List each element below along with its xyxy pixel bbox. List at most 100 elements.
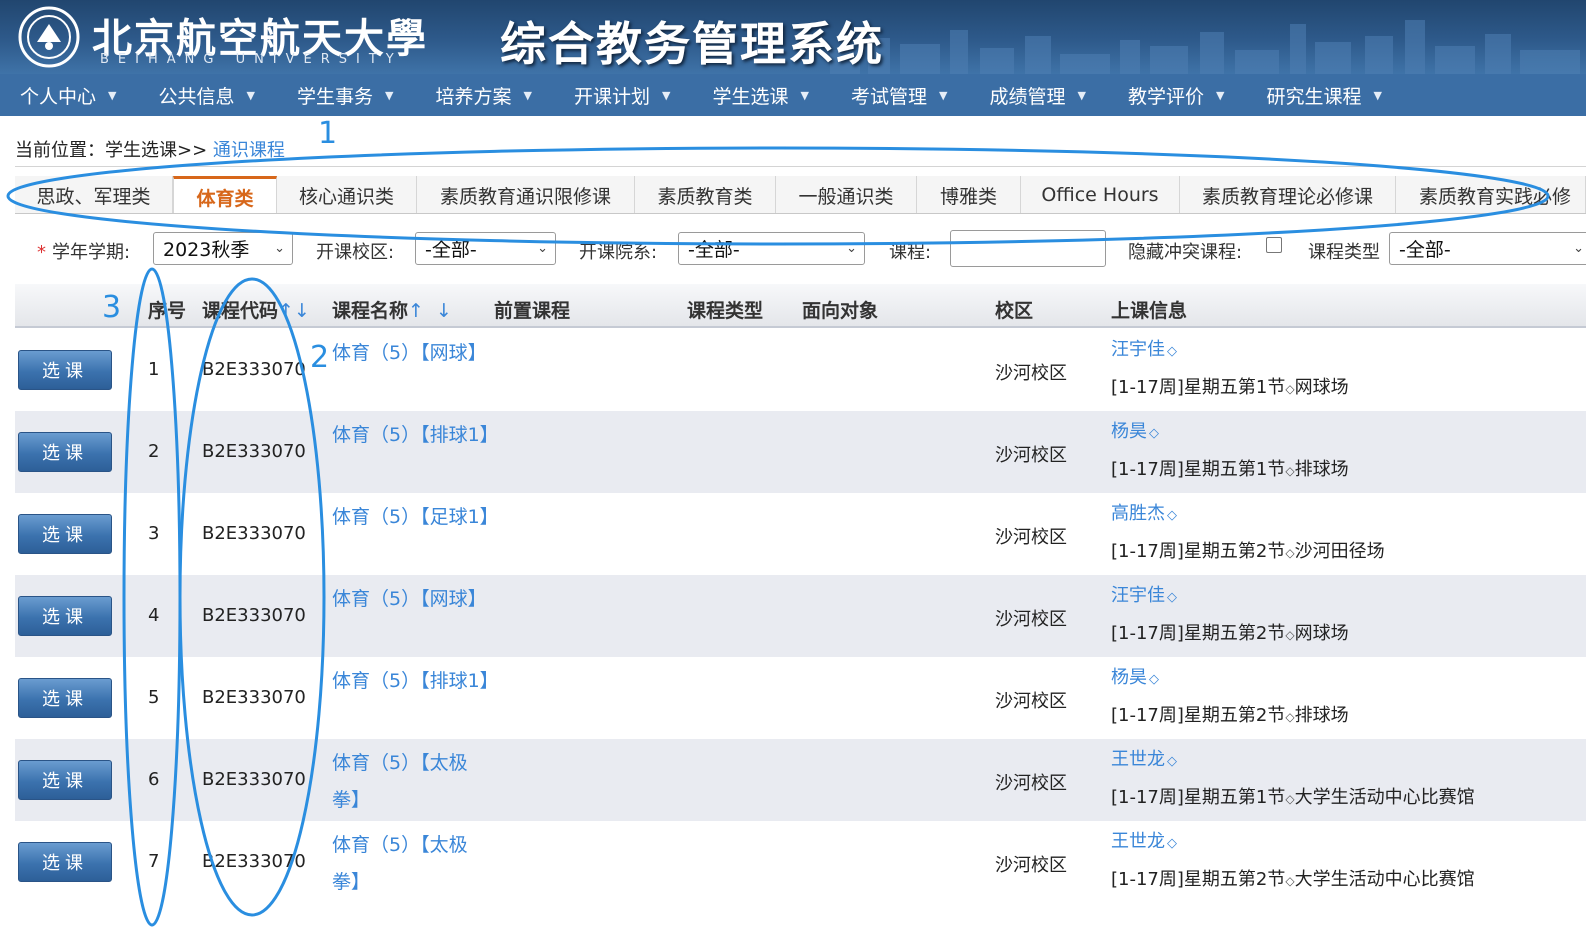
schedule-time: [1-17周]星期五第2节 xyxy=(1111,623,1286,644)
row-campus: 沙河校区 xyxy=(995,445,1067,466)
term-label: * 学年学期: xyxy=(37,238,130,264)
nav-graduate-courses[interactable]: 研究生课程 ▼ xyxy=(1247,74,1386,116)
select-course-button[interactable]: 选课 xyxy=(18,514,112,554)
nav-grade-management[interactable]: 成绩管理 ▼ xyxy=(970,74,1109,116)
teacher-name: 王世龙 xyxy=(1111,749,1165,770)
nav-training-plan[interactable]: 培养方案 ▼ xyxy=(416,74,555,116)
teacher-name: 高胜杰 xyxy=(1111,503,1165,524)
row-schedule: [1-17周]星期五第1节◇排球场 xyxy=(1111,455,1349,481)
row-teacher-link[interactable]: 汪宇佳 ◇ xyxy=(1111,581,1177,607)
diamond-icon: ◇ xyxy=(1285,710,1295,724)
tab-physical-education[interactable]: 体育类 xyxy=(173,176,277,213)
header-target: 面向对象 xyxy=(802,300,879,322)
term-select[interactable]: 2023秋季 ⌄ xyxy=(153,232,293,265)
schedule-time: [1-17周]星期五第2节 xyxy=(1111,869,1286,890)
schedule-venue: 排球场 xyxy=(1294,705,1349,726)
row-course-name-link[interactable]: 体育（5）【网球】 xyxy=(332,581,494,618)
nav-course-plan[interactable]: 开课计划 ▼ xyxy=(554,74,693,116)
select-course-button[interactable]: 选课 xyxy=(18,760,112,800)
nav-personal-center[interactable]: 个人中心 ▼ xyxy=(0,74,139,116)
tab-politics-military[interactable]: 思政、军理类 xyxy=(15,176,173,213)
row-campus: 沙河校区 xyxy=(995,527,1067,548)
row-schedule: [1-17周]星期五第1节◇大学生活动中心比赛馆 xyxy=(1111,783,1475,809)
annotation-label-2: 2 xyxy=(310,340,330,375)
campus-label: 开课校区: xyxy=(316,242,395,263)
campus-select[interactable]: -全部- ⌄ xyxy=(415,232,556,265)
tab-quality-practice-required[interactable]: 素质教育实践必修 xyxy=(1396,176,1586,213)
select-course-button[interactable]: 选课 xyxy=(18,350,112,390)
nav-label: 考试管理 xyxy=(851,85,928,108)
header-schedule: 上课信息 xyxy=(1111,300,1188,322)
tab-office-hours[interactable]: Office Hours xyxy=(1021,176,1180,213)
main-nav: 个人中心 ▼ 公共信息 ▼ 学生事务 ▼ 培养方案 ▼ 开课计划 ▼ 学生选课 ▼ 考试管理… xyxy=(0,74,1586,116)
nav-student-affairs[interactable]: 学生事务 ▼ xyxy=(277,74,416,116)
tab-liberal-arts[interactable]: 博雅类 xyxy=(917,176,1021,213)
row-course-code: B2E333070 xyxy=(202,769,306,790)
header-course-code: 课程代码↑↓ xyxy=(202,296,310,323)
select-course-button[interactable]: 选课 xyxy=(18,842,112,882)
select-course-button[interactable]: 选课 xyxy=(18,596,112,636)
schedule-venue: 大学生活动中心比赛馆 xyxy=(1294,869,1475,890)
course-search-input[interactable] xyxy=(950,230,1106,267)
department-select[interactable]: -全部- ⌄ xyxy=(678,232,865,265)
sort-up-icon[interactable]: ↑ xyxy=(278,300,294,322)
row-schedule: [1-17周]星期五第1节◇网球场 xyxy=(1111,373,1349,399)
row-course-code: B2E333070 xyxy=(202,687,306,708)
site-header: 北京航空航天大學 BEIHANG UNIVERSITY 综合教务管理系统 xyxy=(0,0,1586,74)
nav-public-info[interactable]: 公共信息 ▼ xyxy=(139,74,278,116)
breadcrumb-prefix: 当前位置：学生选课>> xyxy=(15,140,208,161)
breadcrumb: 当前位置：学生选课>> 通识课程 xyxy=(15,136,285,162)
chevron-down-icon: ⌄ xyxy=(537,241,548,256)
sort-up-icon[interactable]: ↑ xyxy=(408,300,424,322)
diamond-icon: ◇ xyxy=(1167,344,1177,359)
row-course-name-link[interactable]: 体育（5）【太极拳】 xyxy=(332,745,494,819)
row-course-name-link[interactable]: 体育（5）【太极拳】 xyxy=(332,827,494,901)
breadcrumb-current-link[interactable]: 通识课程 xyxy=(213,140,285,161)
diamond-icon: ◇ xyxy=(1149,426,1159,441)
select-course-button[interactable]: 选课 xyxy=(18,678,112,718)
tab-quality-education[interactable]: 素质教育类 xyxy=(635,176,776,213)
tab-quality-limited-elective[interactable]: 素质教育通识限修课 xyxy=(417,176,635,213)
divider xyxy=(15,166,1586,167)
university-english-name: BEIHANG UNIVERSITY xyxy=(100,52,403,67)
tab-core-general[interactable]: 核心通识类 xyxy=(277,176,417,213)
nav-teaching-evaluation[interactable]: 教学评价 ▼ xyxy=(1108,74,1247,116)
chevron-down-icon: ▼ xyxy=(662,88,671,102)
row-teacher-link[interactable]: 王世龙 ◇ xyxy=(1111,827,1177,853)
row-course-name-link[interactable]: 体育（5）【网球】 xyxy=(332,335,494,372)
row-teacher-link[interactable]: 汪宇佳 ◇ xyxy=(1111,335,1177,361)
row-teacher-link[interactable]: 高胜杰 ◇ xyxy=(1111,499,1177,525)
row-course-name-link[interactable]: 体育（5）【排球1】 xyxy=(332,663,499,700)
table-row: 选课 7 B2E333070 体育（5）【太极拳】 沙河校区 王世龙 ◇ [1-1… xyxy=(15,821,1586,903)
select-course-button[interactable]: 选课 xyxy=(18,432,112,472)
sort-down-icon[interactable]: ↓ xyxy=(294,300,310,322)
row-index: 3 xyxy=(148,523,160,544)
row-index: 5 xyxy=(148,687,160,708)
sort-down-icon[interactable]: ↓ xyxy=(436,300,452,322)
course-type-select[interactable]: -全部- ⌄ xyxy=(1389,232,1586,265)
row-course-name-link[interactable]: 体育（5）【排球1】 xyxy=(332,417,499,454)
diamond-icon: ◇ xyxy=(1149,672,1159,687)
row-teacher-link[interactable]: 杨昊 ◇ xyxy=(1111,417,1159,443)
annotation-label-1: 1 xyxy=(318,116,338,151)
course-category-tabs: 思政、军理类 体育类 核心通识类 素质教育通识限修课 素质教育类 一般通识类 博… xyxy=(15,176,1586,214)
diamond-icon: ◇ xyxy=(1167,590,1177,605)
schedule-time: [1-17周]星期五第2节 xyxy=(1111,541,1286,562)
nav-label: 个人中心 xyxy=(20,85,97,108)
tab-general-education[interactable]: 一般通识类 xyxy=(776,176,917,213)
nav-course-selection[interactable]: 学生选课 ▼ xyxy=(693,74,832,116)
chevron-down-icon: ⌄ xyxy=(846,241,857,256)
nav-exam-management[interactable]: 考试管理 ▼ xyxy=(831,74,970,116)
schedule-venue: 网球场 xyxy=(1294,377,1349,398)
tab-quality-theory-required[interactable]: 素质教育理论必修课 xyxy=(1180,176,1396,213)
row-teacher-link[interactable]: 杨昊 ◇ xyxy=(1111,663,1159,689)
nav-label: 教学评价 xyxy=(1128,85,1205,108)
row-course-name-link[interactable]: 体育（5）【足球1】 xyxy=(332,499,499,536)
row-teacher-link[interactable]: 王世龙 ◇ xyxy=(1111,745,1177,771)
teacher-name: 汪宇佳 xyxy=(1111,339,1165,360)
row-index: 2 xyxy=(148,441,160,462)
header-prerequisite: 前置课程 xyxy=(494,300,571,322)
nav-label: 研究生课程 xyxy=(1266,85,1362,108)
nav-label: 学生选课 xyxy=(712,85,789,108)
hide-conflict-checkbox[interactable] xyxy=(1266,237,1282,253)
